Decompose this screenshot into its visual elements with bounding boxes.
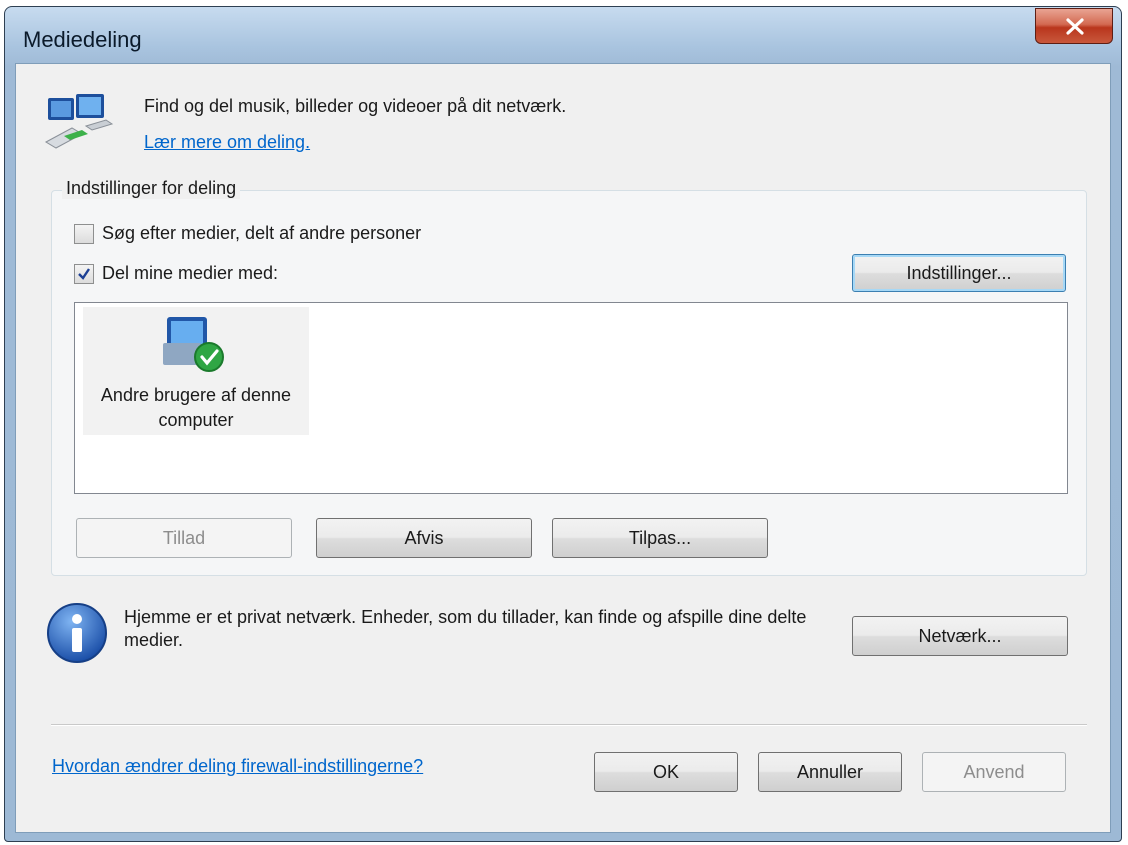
title-bar[interactable]: Mediedeling [5,7,1121,62]
info-text: Hjemme er et privat netværk. Enheder, so… [124,607,807,650]
close-icon [1066,18,1084,35]
separator [51,724,1087,726]
window-title: Mediedeling [23,27,142,52]
network-computers-icon [44,94,114,149]
allow-button-label: Tillad [162,527,206,548]
search-media-label: Søg efter medier, delt af andre personer [102,223,422,243]
users-allowed-icon [163,317,224,372]
settings-button[interactable]: Indstillinger... [852,254,1066,292]
checkmark-icon [78,268,90,280]
firewall-help-link[interactable]: Hvordan ændrer deling firewall-indstilli… [52,756,423,777]
learn-more-link[interactable]: Lær mere om deling. [144,132,310,153]
share-media-label: Del mine medier med: [102,263,279,283]
media-sharing-dialog: Mediedeling Find og del musik, billeder … [4,6,1122,842]
apply-button[interactable]: Anvend [922,752,1066,792]
customize-button-label: Tilpas... [628,527,692,548]
network-button[interactable]: Netværk... [852,616,1068,656]
share-media-checkbox[interactable] [74,264,94,284]
deny-button-label: Afvis [404,527,444,548]
close-button[interactable] [1035,8,1113,44]
allow-button[interactable]: Tillad [76,518,292,558]
ok-button[interactable]: OK [594,752,738,792]
header-description: Find og del musik, billeder og videoer p… [144,96,567,116]
info-icon [47,603,107,663]
deny-button[interactable]: Afvis [316,518,532,558]
cancel-button[interactable]: Annuller [758,752,902,792]
network-button-label: Netværk... [918,625,1002,646]
device-list[interactable]: Andre brugere af denne computer [74,302,1068,494]
sharing-settings-group-title: Indstillinger for deling [62,178,241,199]
customize-button[interactable]: Tilpas... [552,518,768,558]
dialog-content: Find og del musik, billeder og videoer p… [15,63,1111,833]
search-media-checkbox[interactable] [74,224,94,244]
list-item[interactable]: Andre brugere af denne computer [83,307,309,435]
device-label: Andre brugere af denne computer [100,385,292,430]
